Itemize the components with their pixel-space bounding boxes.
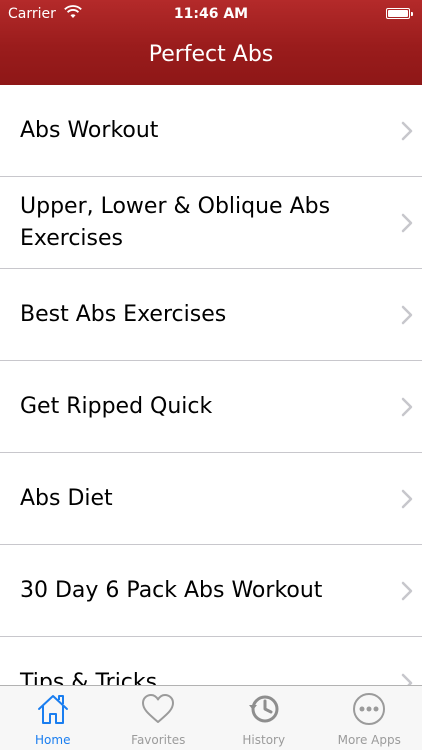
chevron-right-icon bbox=[401, 673, 413, 685]
more-dots-icon bbox=[353, 693, 386, 725]
chevron-right-icon bbox=[401, 305, 413, 324]
status-time: 11:46 AM bbox=[173, 6, 249, 22]
list-item-abs-workout[interactable]: Abs Workout bbox=[0, 85, 422, 177]
page-title: Perfect Abs bbox=[148, 42, 274, 67]
list-item-30-day-workout[interactable]: 30 Day 6 Pack Abs Workout bbox=[0, 545, 422, 637]
tab-history[interactable]: History bbox=[211, 686, 317, 750]
tab-label: More Apps bbox=[337, 733, 401, 747]
menu-list[interactable]: Abs Workout Upper, Lower & Oblique Abs E… bbox=[0, 85, 422, 685]
list-item-label: Upper, Lower & Oblique Abs Exercises bbox=[20, 193, 331, 251]
list-item-label: Abs Diet bbox=[20, 485, 113, 511]
nav-header: Carrier 11:46 AM Perfect Abs bbox=[0, 0, 422, 85]
tab-label: History bbox=[242, 733, 286, 747]
battery-icon bbox=[386, 8, 413, 19]
chevron-right-icon bbox=[401, 213, 413, 232]
tab-more-apps[interactable]: More Apps bbox=[317, 686, 422, 750]
list-item-label: Tips & Tricks bbox=[20, 669, 158, 686]
battery-fill bbox=[388, 10, 408, 17]
chevron-right-icon bbox=[401, 397, 413, 416]
status-bar: Carrier 11:46 AM bbox=[0, 0, 422, 30]
list-item-abs-diet[interactable]: Abs Diet bbox=[0, 453, 422, 545]
list-item-label: Get Ripped Quick bbox=[20, 393, 213, 419]
tab-favorites[interactable]: Favorites bbox=[106, 686, 212, 750]
list-item-get-ripped-quick[interactable]: Get Ripped Quick bbox=[0, 361, 422, 453]
home-icon bbox=[37, 695, 68, 724]
list-item-label: Best Abs Exercises bbox=[20, 301, 227, 327]
tab-home[interactable]: Home bbox=[0, 686, 106, 750]
list-item-upper-lower-oblique[interactable]: Upper, Lower & Oblique Abs Exercises bbox=[0, 177, 422, 269]
chevron-right-icon bbox=[401, 121, 413, 140]
history-clock-icon bbox=[248, 695, 279, 723]
tab-label: Home bbox=[35, 733, 71, 747]
tab-label: Favorites bbox=[131, 733, 186, 747]
list-item-best-abs-exercises[interactable]: Best Abs Exercises bbox=[0, 269, 422, 361]
list-item-label: Abs Workout bbox=[20, 117, 159, 143]
heart-icon bbox=[142, 694, 175, 723]
chevron-right-icon bbox=[401, 581, 413, 600]
list-item-label: 30 Day 6 Pack Abs Workout bbox=[20, 577, 323, 603]
list-item-tips-tricks[interactable]: Tips & Tricks bbox=[0, 637, 422, 685]
chevron-right-icon bbox=[401, 489, 413, 508]
tab-bar: Home Favorites History More Apps bbox=[0, 685, 422, 750]
